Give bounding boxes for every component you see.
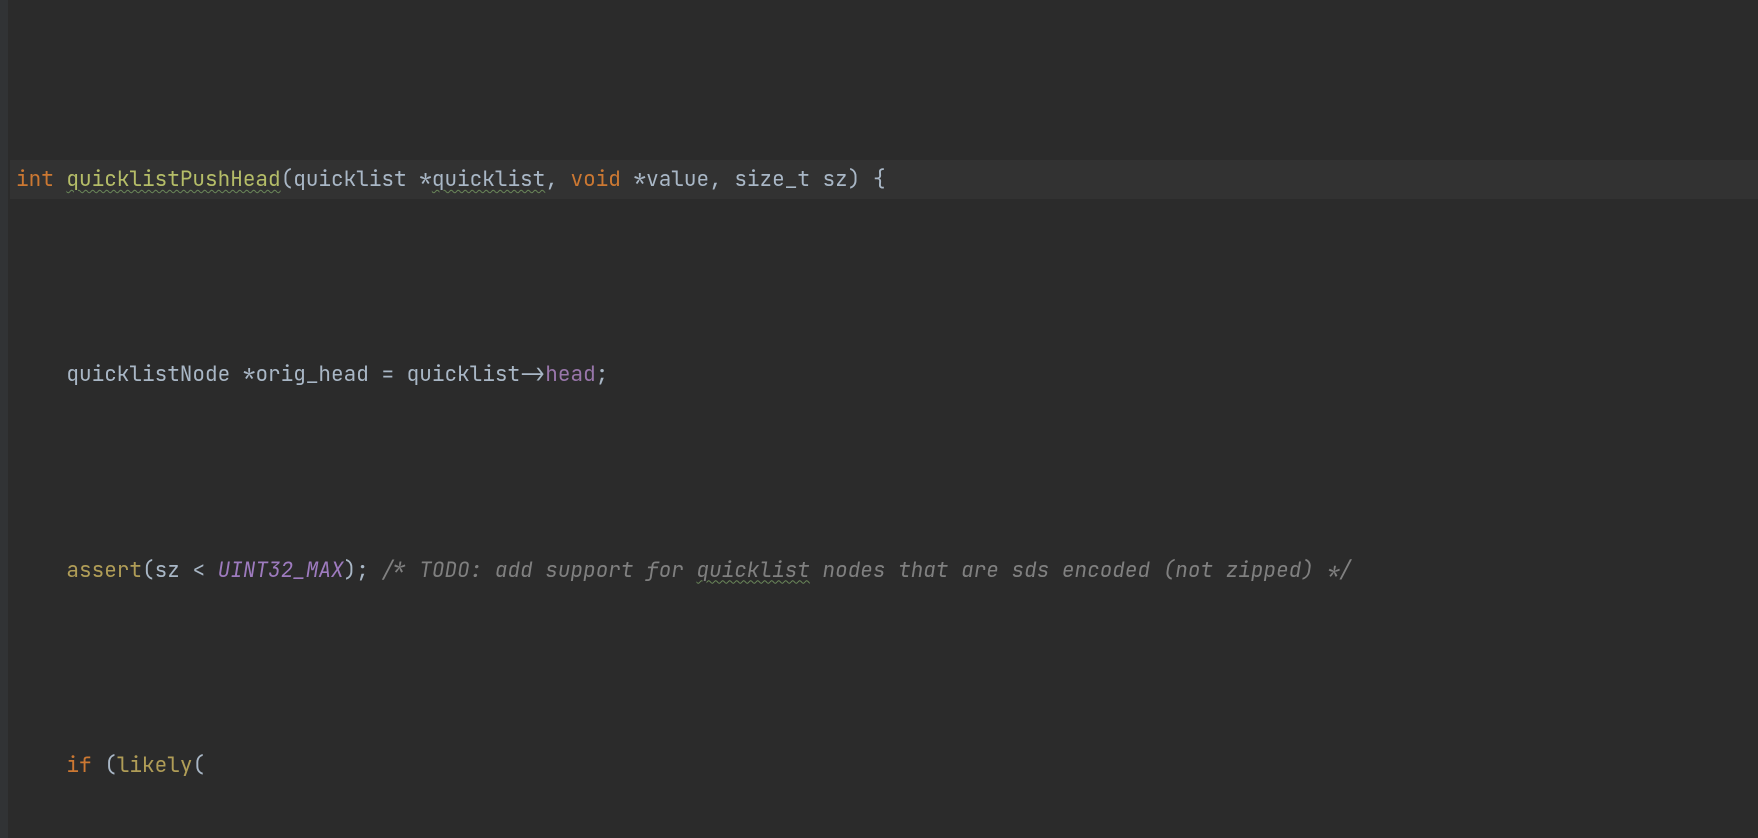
token-paren: ( [104,752,117,779]
token-type: int [16,166,54,193]
token-brace: { [873,166,886,193]
comment-wavy: quicklist [697,557,810,584]
code-line[interactable]: assert(sz < UINT32_MAX); /* TODO: add su… [10,551,1758,590]
token-type: void [570,166,620,193]
token-comment: /* TODO: add support for quicklist nodes… [381,557,1351,584]
token-id: quicklist [407,361,520,388]
code-editor[interactable]: int quicklistPushHead(quicklist *quickli… [0,0,1758,838]
token-arrow: -> [520,361,545,388]
gutter [0,0,8,838]
token-semi: ; [596,361,609,388]
token-op: < [192,557,205,584]
token-call: assert [66,557,142,584]
token-paren: ( [142,557,155,584]
token-star: * [419,166,432,193]
token-star: * [634,166,647,193]
token-field: head [545,361,595,388]
token-id: sz [155,557,180,584]
code-area[interactable]: int quicklistPushHead(quicklist *quickli… [0,4,1758,838]
token-paren: ) [344,557,357,584]
token-param: sz [823,166,848,193]
token-paren: ) [848,166,861,193]
token-paren: ( [192,752,205,779]
token-star: * [243,361,256,388]
code-line[interactable]: quicklistNode *orig_head = quicklist->he… [10,355,1758,394]
token-function-decl: quicklistPushHead [66,166,280,193]
token-keyword: if [66,752,91,779]
comment-tail: nodes that are sds encoded (not zipped) … [810,557,1352,584]
token-var: orig_head [255,361,368,388]
token-semi: ; [356,557,369,584]
token-comma: , [709,166,722,193]
token-comma: , [545,166,558,193]
token-type: size_t [734,166,810,193]
token-const: UINT32_MAX [218,557,344,584]
token-op: = [381,361,394,388]
code-line[interactable]: int quicklistPushHead(quicklist *quickli… [10,160,1758,199]
comment-open: /* [381,557,419,584]
token-type: quicklist [293,166,406,193]
token-call: likely [117,752,193,779]
token-paren: ( [281,166,294,193]
token-param: value [646,166,709,193]
comment-text: TODO: add support for [419,557,696,584]
token-param: quicklist [432,166,545,193]
code-line[interactable]: if (likely( [10,746,1758,785]
token-type: quicklistNode [66,361,230,388]
